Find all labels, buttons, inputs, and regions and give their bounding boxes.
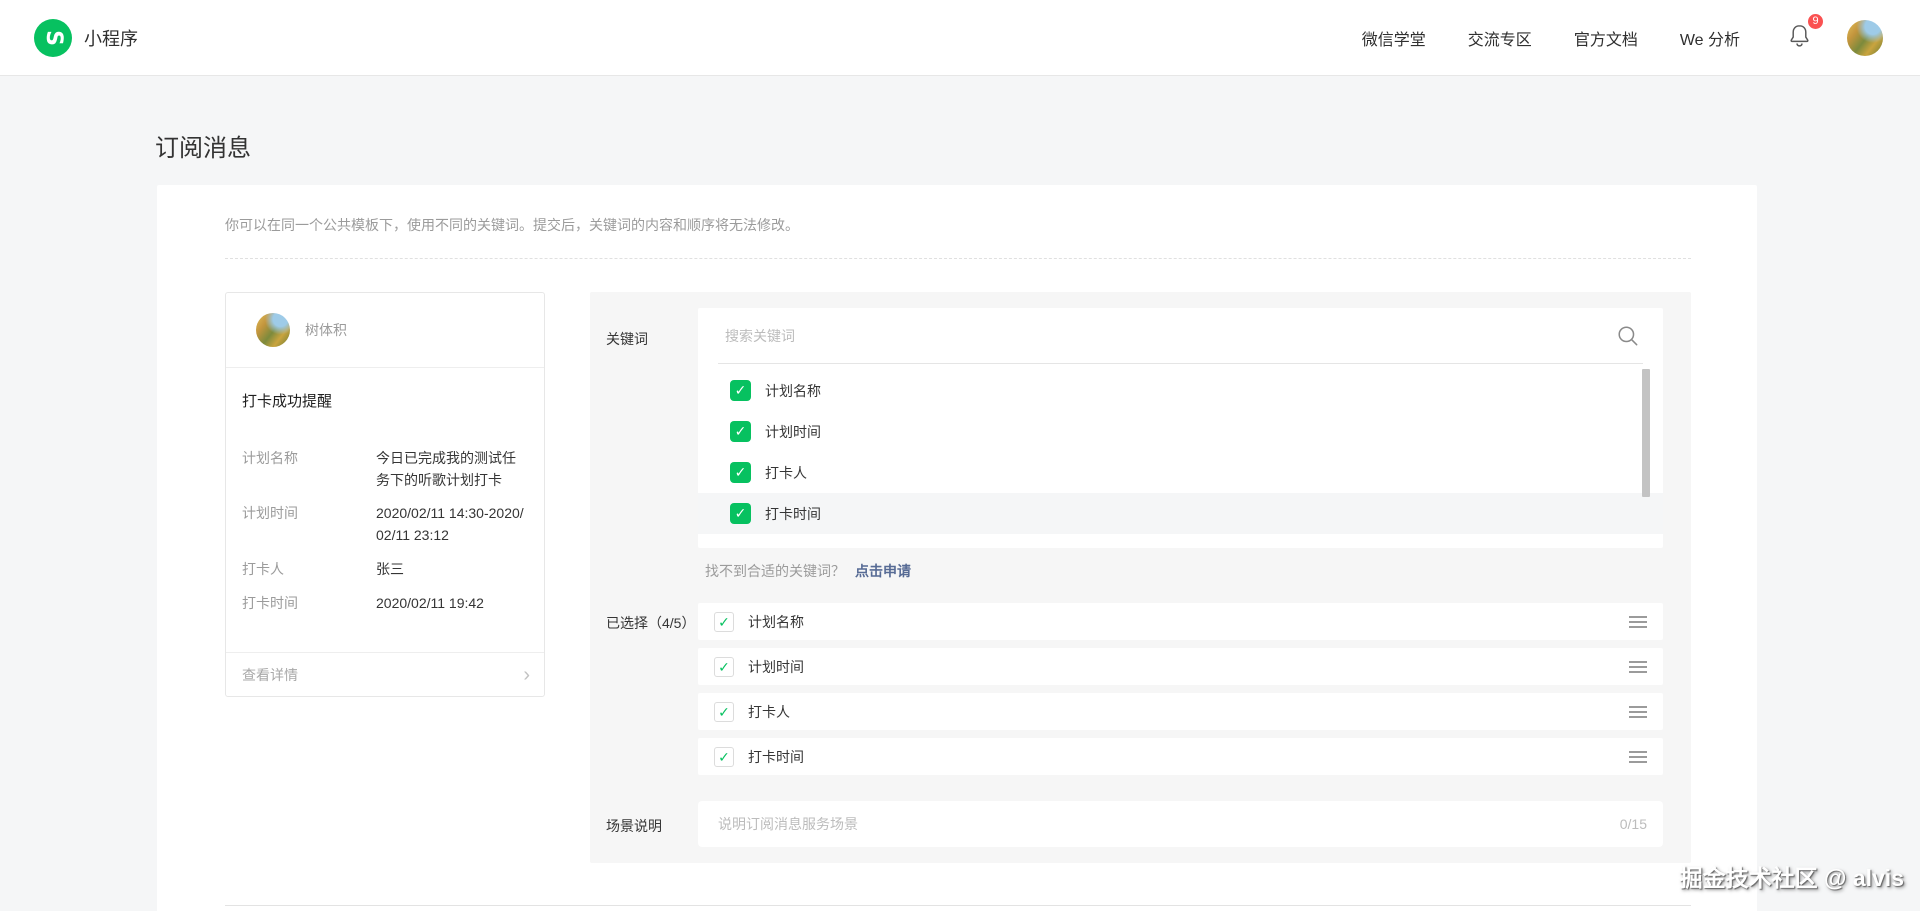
account-avatar bbox=[256, 313, 290, 347]
selected-item-row[interactable]: ✓ 打卡时间 bbox=[698, 738, 1663, 775]
keyword-option-row[interactable]: ✓ 计划名称 bbox=[698, 370, 1663, 411]
checkbox-outline-checked-icon[interactable]: ✓ bbox=[714, 701, 734, 722]
scene-description-input[interactable] bbox=[718, 816, 1608, 832]
description-text: 你可以在同一个公共模板下，使用不同的关键词。提交后，关键词的内容和顺序将无法修改… bbox=[225, 217, 799, 233]
keyword-option-list: ✓ 计划名称 ✓ 计划时间 ✓ 打卡人 ✓ 打卡时间 bbox=[698, 364, 1663, 534]
checkbox-checked-icon[interactable]: ✓ bbox=[730, 503, 751, 524]
keyword-label: 关键词 bbox=[606, 331, 648, 347]
selected-item-label: 计划名称 bbox=[748, 613, 804, 630]
user-avatar[interactable] bbox=[1847, 19, 1883, 56]
selected-item-label: 打卡人 bbox=[748, 703, 790, 720]
checkbox-outline-checked-icon[interactable]: ✓ bbox=[714, 611, 734, 632]
checkbox-checked-icon[interactable]: ✓ bbox=[730, 462, 751, 483]
notification-bell-icon[interactable]: 9 bbox=[1786, 11, 1825, 54]
field-value: 2020/02/11 19:42 bbox=[376, 595, 484, 611]
keyword-search-input[interactable] bbox=[718, 308, 1643, 363]
keyword-search bbox=[718, 308, 1643, 364]
drag-handle-icon[interactable] bbox=[1629, 658, 1647, 676]
preview-field-row: 计划时间 2020/02/11 14:30-2020/02/11 23:12 bbox=[242, 502, 528, 546]
miniprogram-logo-icon: S bbox=[34, 18, 72, 57]
scene-input-box: 0/15 bbox=[698, 801, 1663, 847]
field-label: 计划名称 bbox=[242, 450, 298, 466]
bottom-divider bbox=[225, 905, 1691, 906]
drag-handle-icon[interactable] bbox=[1629, 613, 1647, 631]
apply-keyword-link[interactable]: 点击申请 bbox=[855, 563, 911, 579]
nav-link-official-docs[interactable]: 官方文档 bbox=[1574, 26, 1638, 50]
apply-hint-text: 找不到合适的关键词？ bbox=[705, 563, 845, 579]
preview-body: 打卡成功提醒 计划名称 今日已完成我的测试任务下的听歌计划打卡 计划时间 202… bbox=[226, 368, 544, 652]
selected-label: 已选择（4/5） bbox=[606, 615, 696, 631]
nav-link-community[interactable]: 交流专区 bbox=[1468, 26, 1532, 50]
keyword-form-panel: 关键词 搜索关键词 ✓ 计划名称 ✓ 计划时间 ✓ 打卡人 ✓ 打卡时间 找不到… bbox=[590, 292, 1691, 863]
keyword-option-row[interactable]: ✓ 打卡时间 bbox=[698, 493, 1663, 534]
keyword-option-row[interactable]: ✓ 计划时间 bbox=[698, 411, 1663, 452]
checkbox-checked-icon[interactable]: ✓ bbox=[730, 380, 751, 401]
preview-field-row: 计划名称 今日已完成我的测试任务下的听歌计划打卡 bbox=[242, 447, 528, 491]
selected-list: ✓ 计划名称 ✓ 计划时间 ✓ 打卡人 ✓ 打卡时间 bbox=[698, 603, 1663, 783]
preview-field-row: 打卡时间 2020/02/11 19:42 bbox=[242, 592, 528, 614]
keyword-picker: ✓ 计划名称 ✓ 计划时间 ✓ 打卡人 bbox=[698, 308, 1663, 548]
checkbox-outline-checked-icon[interactable]: ✓ bbox=[714, 746, 734, 767]
keyword-option-label: 打卡时间 bbox=[765, 505, 821, 522]
chevron-right-icon: › bbox=[523, 663, 530, 686]
selected-item-label: 计划时间 bbox=[748, 658, 804, 675]
scene-label: 场景说明 bbox=[606, 818, 662, 834]
selected-item-row[interactable]: ✓ 计划名称 bbox=[698, 603, 1663, 640]
keyword-apply-hint: 找不到合适的关键词？ 点击申请 bbox=[705, 561, 1663, 581]
scene-row: 场景说明 0/15 bbox=[606, 801, 1663, 847]
keyword-option-label: 计划名称 bbox=[765, 382, 821, 399]
selected-item-row[interactable]: ✓ 计划时间 bbox=[698, 648, 1663, 685]
navbar-links: 微信学堂 交流专区 官方文档 We 分析 9 bbox=[1320, 11, 1883, 56]
page-title: 订阅消息 bbox=[155, 135, 251, 162]
notification-badge: 9 bbox=[1806, 11, 1825, 31]
main-content: 订阅消息 你可以在同一个公共模板下，使用不同的关键词。提交后，关键词的内容和顺序… bbox=[0, 128, 1920, 911]
checkbox-outline-checked-icon[interactable]: ✓ bbox=[714, 656, 734, 677]
keyword-option-label: 计划时间 bbox=[765, 423, 821, 440]
preview-field-row: 打卡人 张三 bbox=[242, 558, 528, 580]
view-detail-link[interactable]: 查看详情 › bbox=[226, 652, 544, 696]
field-label: 计划时间 bbox=[242, 505, 298, 521]
field-value: 今日已完成我的测试任务下的听歌计划打卡 bbox=[376, 450, 516, 488]
keyword-row: 关键词 搜索关键词 ✓ 计划名称 ✓ 计划时间 ✓ 打卡人 ✓ 打卡时间 找不到… bbox=[606, 308, 1663, 603]
field-value: 2020/02/11 14:30-2020/02/11 23:12 bbox=[376, 505, 524, 543]
selected-item-row[interactable]: ✓ 打卡人 bbox=[698, 693, 1663, 730]
message-preview-card: 树体积 打卡成功提醒 计划名称 今日已完成我的测试任务下的听歌计划打卡 计划时间… bbox=[225, 292, 545, 697]
field-label: 打卡人 bbox=[242, 561, 284, 577]
selected-row: 已选择（4/5） ✓ 计划名称 ✓ 计划时间 ✓ 打卡人 ✓ 打卡时间 bbox=[606, 603, 1663, 783]
drag-handle-icon[interactable] bbox=[1629, 703, 1647, 721]
message-title: 打卡成功提醒 bbox=[242, 393, 333, 410]
char-counter: 0/15 bbox=[1619, 816, 1647, 832]
drag-handle-icon[interactable] bbox=[1629, 748, 1647, 766]
nav-link-wechat-classroom[interactable]: 微信学堂 bbox=[1362, 26, 1426, 50]
top-navbar: S 小程序 微信学堂 交流专区 官方文档 We 分析 9 bbox=[0, 0, 1920, 76]
brand-title: 小程序 bbox=[84, 28, 138, 49]
account-name: 树体积 bbox=[305, 322, 347, 338]
keyword-option-row[interactable]: ✓ 打卡人 bbox=[698, 452, 1663, 493]
dashed-divider bbox=[225, 258, 1691, 259]
preview-header: 树体积 bbox=[226, 293, 544, 368]
nav-link-we-analytics[interactable]: We 分析 bbox=[1680, 26, 1740, 50]
content-row: 树体积 打卡成功提醒 计划名称 今日已完成我的测试任务下的听歌计划打卡 计划时间… bbox=[225, 292, 1691, 863]
field-label: 打卡时间 bbox=[242, 595, 298, 611]
keyword-option-label: 打卡人 bbox=[765, 464, 807, 481]
field-value: 张三 bbox=[376, 561, 404, 577]
checkbox-checked-icon[interactable]: ✓ bbox=[730, 421, 751, 442]
scrollbar-thumb[interactable] bbox=[1642, 369, 1650, 497]
search-icon bbox=[1615, 323, 1641, 354]
brand: S 小程序 bbox=[34, 18, 138, 57]
subscription-message-card: 你可以在同一个公共模板下，使用不同的关键词。提交后，关键词的内容和顺序将无法修改… bbox=[157, 185, 1757, 911]
selected-item-label: 打卡时间 bbox=[748, 748, 804, 765]
view-detail-label: 查看详情 bbox=[242, 666, 298, 683]
